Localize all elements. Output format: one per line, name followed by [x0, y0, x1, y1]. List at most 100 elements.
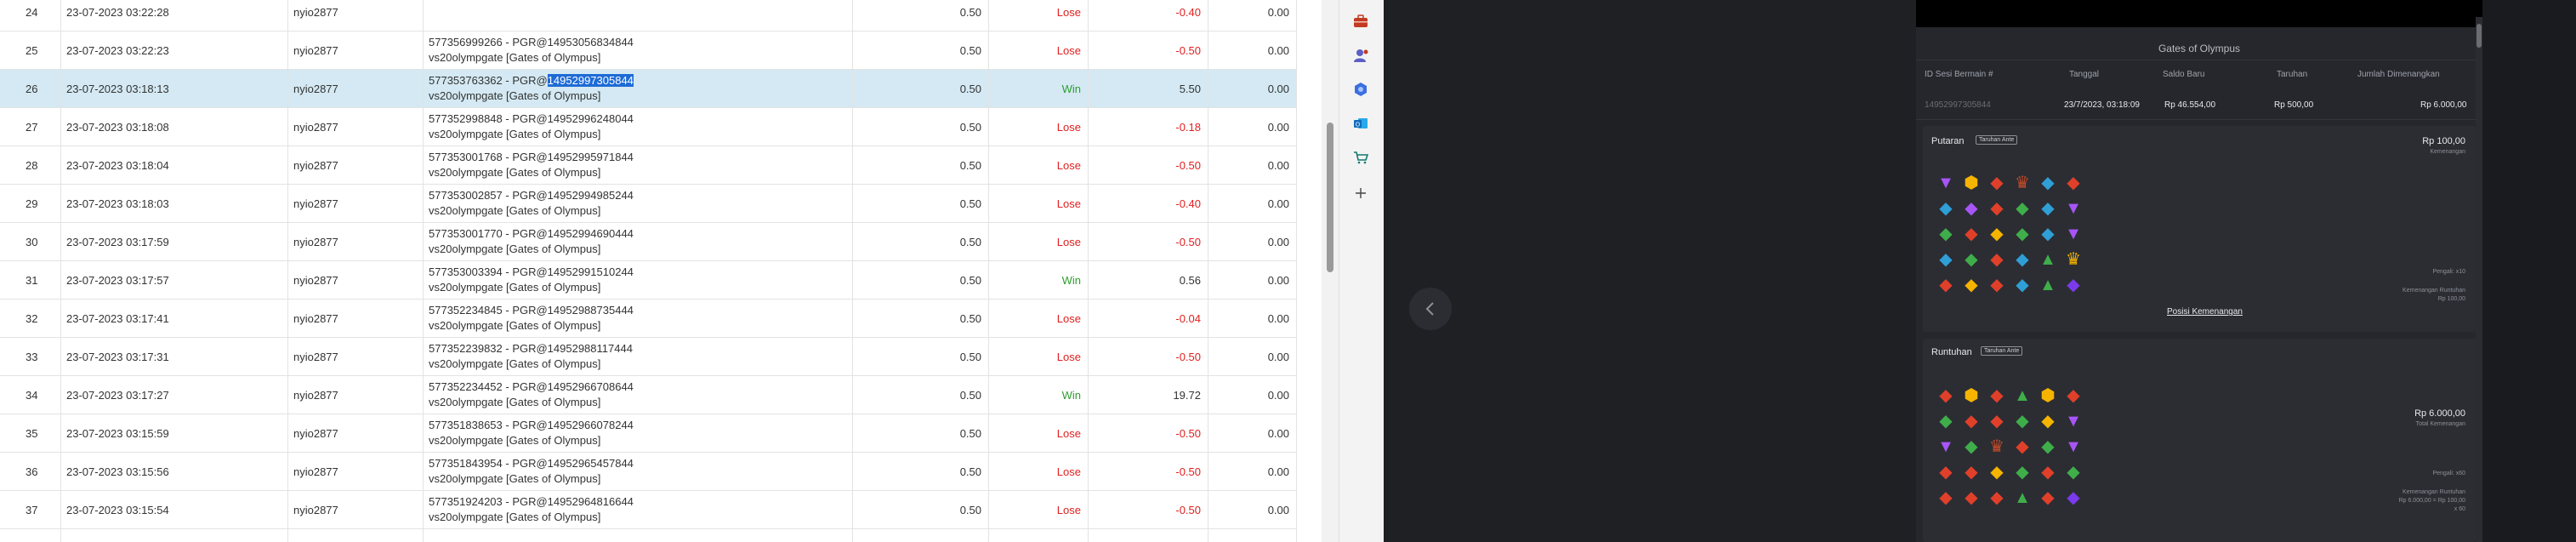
table-row[interactable]: 26 23-07-2023 03:18:13 nyio2877 57735376336…	[0, 70, 1297, 108]
spin-note-2: Kemenangan Runtuhan	[2403, 288, 2465, 294]
shopping-icon[interactable]	[1350, 146, 1372, 168]
row-username: nyio2877	[288, 146, 424, 184]
row-amount: -0.04	[1089, 300, 1208, 337]
detail-scroll-thumb[interactable]	[2476, 24, 2482, 48]
row-reference[interactable]: 577351838653 - PGR@14952966078244	[429, 418, 634, 433]
spin-amount-sub: Kemenangan	[2430, 149, 2465, 155]
row-reference[interactable]: 577353003394 - PGR@14952991510244	[429, 265, 634, 280]
table-row[interactable]: 37 23-07-2023 03:15:54 nyio2877 57735192420…	[0, 491, 1297, 529]
row-date: 23-07-2023 03:17:31	[61, 338, 288, 375]
table-row[interactable]: 33 23-07-2023 03:17:31 nyio2877 57735223983…	[0, 338, 1297, 376]
row-amount: 0.56	[1089, 261, 1208, 299]
reference-text: 577352998848 - PGR@14952996248044	[429, 112, 634, 125]
row-amount: -0.50	[1089, 414, 1208, 452]
row-amount: 19.72	[1089, 376, 1208, 414]
gem-symbol-icon: ◆	[1965, 199, 1978, 218]
row-status: Lose	[989, 223, 1089, 260]
row-reference[interactable]: 577352234845 - PGR@14952988735444	[429, 303, 634, 318]
gem-symbol-icon: ◆	[1990, 488, 2004, 507]
reference-text: 577353001770 - PGR@14952994690444	[429, 227, 634, 240]
row-commission: 0.00	[1208, 529, 1297, 542]
row-bet: 0.50	[853, 529, 989, 542]
row-reference[interactable]: 577353001768 - PGR@14952995971844	[429, 150, 634, 165]
table-row[interactable]: 34 23-07-2023 03:17:27 nyio2877 57735223445…	[0, 376, 1297, 414]
row-date: 23-07-2023 03:18:08	[61, 108, 288, 145]
row-reference[interactable]: 577352234452 - PGR@14952966708644	[429, 379, 634, 395]
row-reference[interactable]: 577351843954 - PGR@14952965457844	[429, 456, 634, 471]
gem-symbol-icon: ◆	[2067, 463, 2080, 482]
gem-symbol-icon: ◆	[2041, 174, 2055, 192]
reference-text: 577352234845 - PGR@14952988735444	[429, 304, 634, 317]
reference-text: 577351843954 - PGR@14952965457844	[429, 457, 634, 470]
table-row[interactable]: 30 23-07-2023 03:17:59 nyio2877 57735300177…	[0, 223, 1297, 261]
scroll-thumb[interactable]	[1327, 123, 1333, 272]
row-date: 23-07-2023 03:17:57	[61, 261, 288, 299]
row-status: Lose	[989, 0, 1089, 31]
table-row[interactable]: 27 23-07-2023 03:18:08 nyio2877 57735299884…	[0, 108, 1297, 146]
plus-icon[interactable]	[1350, 182, 1372, 204]
briefcase-icon[interactable]	[1350, 10, 1372, 32]
row-reference[interactable]: 577353001770 - PGR@14952994690444	[429, 226, 634, 242]
table-scrollbar[interactable]	[1322, 0, 1339, 542]
row-reference[interactable]: 577351924203 - PGR@14952964816644	[429, 494, 634, 510]
row-date: 23-07-2023 03:15:53	[61, 529, 288, 542]
row-description: 577352998848 - PGR@14952996248044 vs20oly…	[424, 108, 853, 145]
gem-symbol-icon: ◆	[1990, 276, 2004, 294]
detail-top-bar	[1916, 0, 2482, 27]
person-icon[interactable]	[1350, 44, 1372, 66]
copilot-icon[interactable]	[1350, 78, 1372, 100]
row-reference[interactable]: 577352239832 - PGR@14952988117444	[429, 341, 633, 357]
chevron-left-icon	[1425, 302, 1434, 316]
row-status: Lose	[989, 491, 1089, 528]
gem-symbol-icon: ◆	[1939, 386, 1953, 405]
row-amount: -0.18	[1089, 108, 1208, 145]
row-reference[interactable]: 577352998848 - PGR@14952996248044	[429, 111, 634, 127]
gem-symbol-icon: ◆	[2016, 437, 2029, 456]
row-number: 33	[0, 338, 61, 375]
row-bet: 0.50	[853, 414, 989, 452]
table-row[interactable]: 3823-07-2023 03:15:53nyio287757735183297…	[0, 529, 1297, 542]
table-row[interactable]: 35 23-07-2023 03:15:59 nyio2877 57735183865…	[0, 414, 1297, 453]
row-username: nyio2877	[288, 300, 424, 337]
gem-symbol-icon: ◆	[2041, 437, 2055, 456]
gem-symbol-icon: ◆	[2067, 174, 2080, 192]
row-reference[interactable]: 577356999266 - PGR@14953056834844	[429, 35, 634, 50]
row-username: nyio2877	[288, 414, 424, 452]
row-number: 35	[0, 414, 61, 452]
gem-symbol-icon: ◆	[1990, 386, 2004, 405]
row-number: 38	[0, 529, 61, 542]
gem-symbol-icon: ◆	[2016, 412, 2029, 431]
table-row[interactable]: 25 23-07-2023 03:22:23 nyio2877 57735699926…	[0, 31, 1297, 70]
row-number: 34	[0, 376, 61, 414]
table-row[interactable]: 29 23-07-2023 03:18:03 nyio2877 57735300285…	[0, 185, 1297, 223]
reference-text: 577351924203 - PGR@14952964816644	[429, 495, 634, 508]
gem-symbol-icon: ◆	[2041, 225, 2055, 243]
row-amount: -0.50	[1089, 31, 1208, 69]
row-bet: 0.50	[853, 146, 989, 184]
table-row[interactable]: 36 23-07-2023 03:15:56 nyio2877 57735184395…	[0, 453, 1297, 491]
spin-note-1: Pengali: x10	[2432, 269, 2465, 275]
row-date: 23-07-2023 03:15:59	[61, 414, 288, 452]
row-username: nyio2877	[288, 223, 424, 260]
table-row[interactable]: 32 23-07-2023 03:17:41 nyio2877 57735223484…	[0, 300, 1297, 338]
row-reference[interactable]: 577353002857 - PGR@14952994985244	[429, 188, 634, 203]
gem-symbol-icon: ◆	[1939, 225, 1953, 243]
row-reference[interactable]: 577353763362 - PGR@14952997305844	[429, 73, 634, 88]
gem-symbol-icon: ◆	[1939, 276, 1953, 294]
tumble-badge: Taruhan Ante	[1981, 346, 2023, 356]
table-row[interactable]: 31 23-07-2023 03:17:57 nyio2877 57735300339…	[0, 261, 1297, 300]
table-row[interactable]: 24 23-07-2023 03:22:28 nyio2877 0.50 Lose -0.…	[0, 0, 1297, 31]
reference-text: 577351838653 - PGR@14952966078244	[429, 419, 634, 431]
spin-badge: Taruhan Ante	[1976, 135, 2018, 145]
row-status: Win	[989, 70, 1089, 107]
back-button[interactable]	[1409, 288, 1452, 330]
outlook-icon[interactable]: O	[1350, 112, 1372, 134]
row-commission: 0.00	[1208, 31, 1297, 69]
detail-scrollbar[interactable]	[2476, 17, 2482, 542]
row-username: nyio2877	[288, 491, 424, 528]
win-position-link[interactable]: Posisi Kemenangan	[2167, 307, 2243, 317]
row-number: 28	[0, 146, 61, 184]
gem-symbol-icon: ▼	[2065, 412, 2082, 431]
row-number: 30	[0, 223, 61, 260]
table-row[interactable]: 28 23-07-2023 03:18:04 nyio2877 57735300176…	[0, 146, 1297, 185]
